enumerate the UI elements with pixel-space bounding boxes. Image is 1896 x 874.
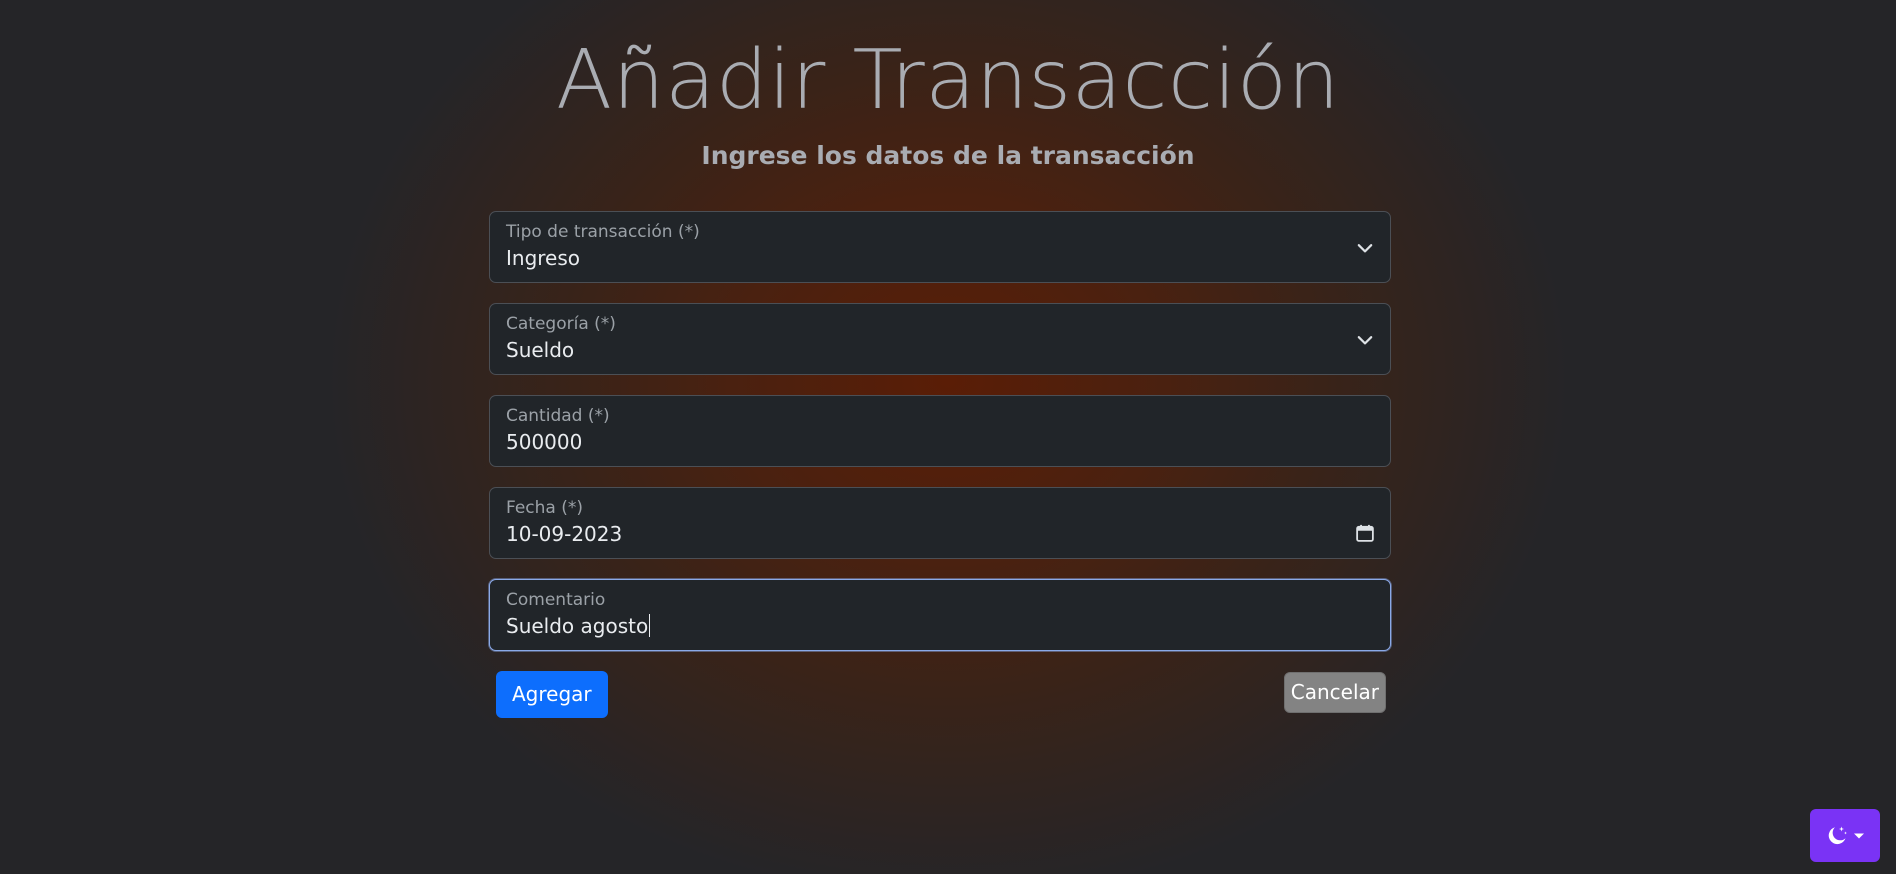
- chevron-down-icon: [1357, 244, 1373, 253]
- category-label: Categoría (*): [506, 314, 616, 334]
- comment-value-wrap: Sueldo agosto: [506, 614, 651, 638]
- cancel-button[interactable]: Cancelar: [1283, 672, 1386, 713]
- category-value: Sueldo: [506, 338, 575, 362]
- date-field[interactable]: Fecha (*) 10-09-2023: [489, 487, 1391, 559]
- comment-label: Comentario: [506, 590, 606, 610]
- chevron-down-icon: [1357, 336, 1373, 345]
- page-subtitle: Ingrese los datos de la transacción: [701, 141, 1195, 170]
- category-select[interactable]: Categoría (*) Sueldo: [489, 303, 1391, 375]
- amount-field[interactable]: Cantidad (*) 500000: [489, 395, 1391, 467]
- amount-value: 500000: [506, 430, 583, 454]
- theme-toggle-button[interactable]: [1810, 809, 1880, 862]
- moon-stars-icon: [1828, 826, 1847, 844]
- comment-field[interactable]: Comentario Sueldo agosto: [489, 579, 1391, 651]
- page-title: Añadir Transacción: [556, 33, 1340, 128]
- transaction-type-value: Ingreso: [506, 246, 581, 270]
- date-value: 10-09-2023: [506, 522, 623, 546]
- text-caret: [649, 614, 651, 637]
- transaction-type-select[interactable]: Tipo de transacción (*) Ingreso: [489, 211, 1391, 283]
- form-actions: Agregar Cancelar: [489, 671, 1391, 731]
- amount-label: Cantidad (*): [506, 406, 610, 426]
- date-label: Fecha (*): [506, 498, 584, 518]
- caret-down-icon: [1854, 833, 1864, 838]
- transaction-form: Tipo de transacción (*) Ingreso Categorí…: [489, 211, 1391, 731]
- calendar-icon[interactable]: [1356, 524, 1374, 542]
- add-button[interactable]: Agregar: [496, 671, 608, 718]
- comment-value: Sueldo agosto: [506, 614, 649, 638]
- transaction-type-label: Tipo de transacción (*): [506, 222, 700, 242]
